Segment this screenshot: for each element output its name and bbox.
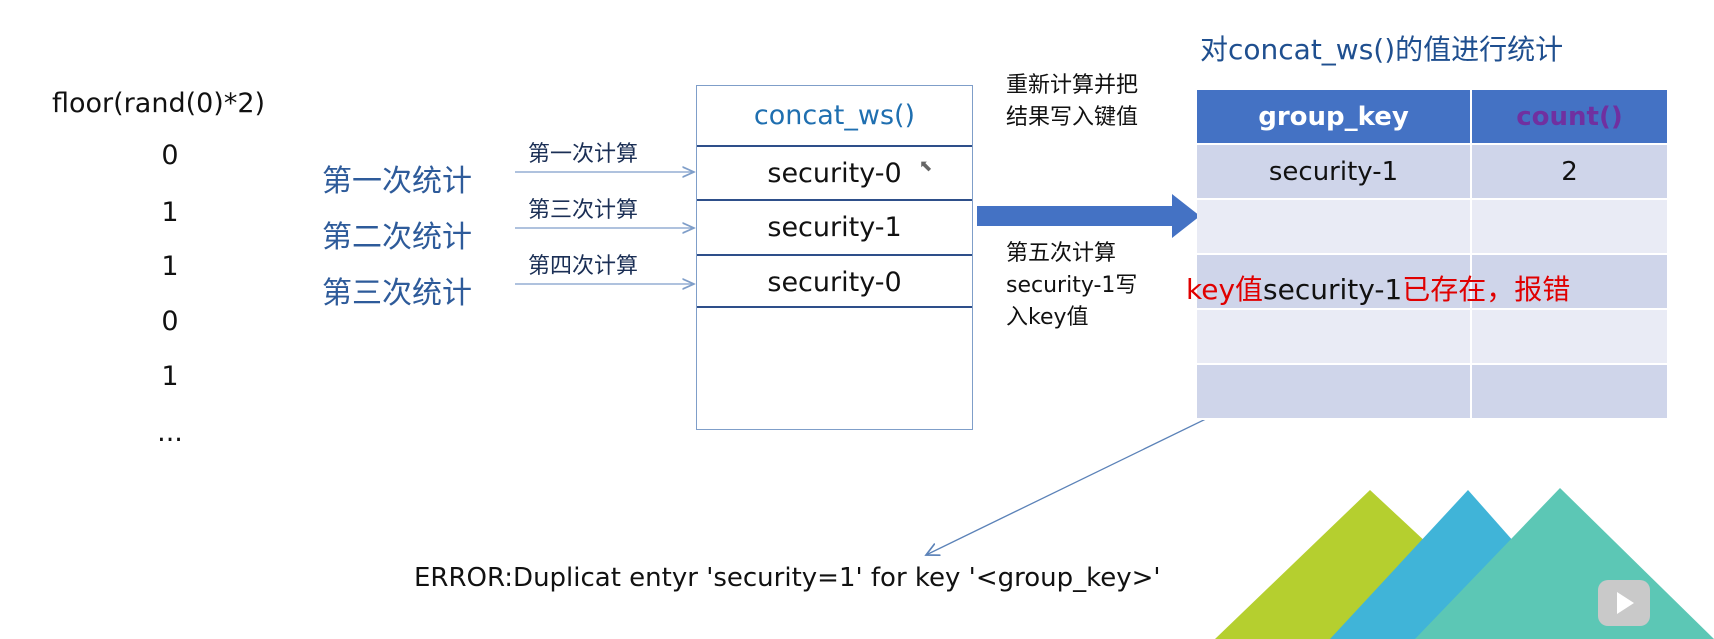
table-row: security-1 2 [1197, 145, 1669, 200]
sequence-value: 0 [161, 140, 179, 171]
cell-count [1472, 310, 1669, 365]
cell-group-key [1197, 365, 1472, 420]
calc-label-3: 第四次计算 [528, 254, 639, 279]
note-fifth-calc: 第五次计算security-1写入key值 [1006, 241, 1138, 330]
pass-label-3: 第三次统计 [322, 276, 472, 311]
stats-title: 对concat_ws()的值进行统计 [1200, 33, 1564, 66]
pass-label-1: 第一次统计 [322, 164, 472, 199]
warning-part1: key值 [1186, 273, 1264, 306]
pass-label-2: 第二次统计 [322, 220, 472, 255]
warning-part3: 已存在，报错 [1402, 273, 1571, 306]
big-arrow [977, 194, 1200, 238]
cell-group-key [1197, 310, 1472, 365]
cell-group-key [1197, 200, 1472, 255]
mouse-cursor-icon: ⬉ [919, 156, 933, 175]
note-recalc: 重新计算并把结果写入键值 [1006, 73, 1139, 130]
stats-header-row: group_key count() [1197, 90, 1669, 145]
calc-label-1: 第一次计算 [528, 142, 639, 167]
sequence-value: ... [157, 417, 183, 448]
calc-label-2: 第三次计算 [528, 198, 639, 223]
table-row [1197, 310, 1669, 365]
stats-table: group_key count() security-1 2 [1197, 90, 1669, 420]
warning-key: security-1 [1263, 273, 1403, 306]
sequence-value: 0 [161, 306, 179, 337]
diagram-stage: floor(rand(0)*2) 0 1 1 0 1 ... 第一次统计 第二次… [0, 0, 1714, 639]
sequence-value: 1 [161, 197, 179, 228]
concat-title: concat_ws() [753, 100, 916, 131]
formula-label: floor(rand(0)*2) [52, 88, 266, 119]
cell-group-key: security-1 [1197, 145, 1472, 200]
concat-box: concat_ws() security-0 security-1 securi… [696, 85, 973, 430]
cell-count [1472, 365, 1669, 420]
table-row [1197, 365, 1669, 420]
video-logo-icon [1598, 580, 1650, 626]
error-message: ERROR:Duplicat entyr 'security=1' for ke… [414, 563, 1161, 593]
concat-row: security-0 [697, 254, 972, 308]
cell-count [1472, 200, 1669, 255]
header-group-key: group_key [1197, 90, 1472, 145]
concat-row: security-1 [697, 199, 972, 253]
sequence-value: 1 [161, 361, 179, 392]
duplicate-warning: key值security-1已存在，报错 [1186, 268, 1570, 308]
header-count: count() [1472, 90, 1669, 145]
sequence-value: 1 [161, 251, 179, 282]
cell-count: 2 [1472, 145, 1669, 200]
table-row [1197, 200, 1669, 255]
